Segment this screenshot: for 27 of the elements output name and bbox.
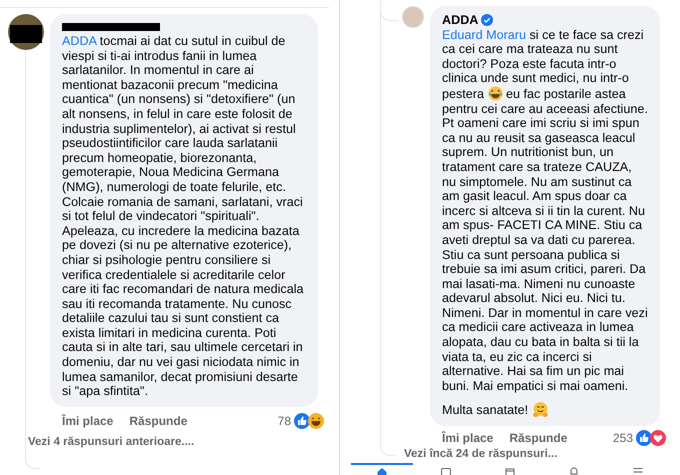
- mention-link[interactable]: ADDA: [62, 34, 96, 48]
- more-replies-link[interactable]: Vezi încă 24 de răspunsuri...: [404, 447, 680, 462]
- bell-icon: [568, 466, 580, 475]
- laughing-reaction-icon: [308, 412, 324, 429]
- comment-text: Eduard Moraru si ce te face sa crezi ca cei care ma trateaza nu sunt doctori? Poza este facuta intr-o clinica unde sunt medici, nu intr-o pestera eu fac postarile astea pentru cei care au aceeasi afectiune. Pt oameni care imi scriu si imi spun ca nu au reusit sa gaseasca leacul suprem. Un nutritionist bun, un tratament care sa trateze CAUZA, nu simptomele. Nu am sustinut ca am gasit leacul. Am spus doar ca incerc si altceva si ii tin la curent. Nu am spus- FACETI CA MINE. Stiu ca aveti dreptul sa va dati cu parerea. Stiu ca sunt persoana publica si trebuie sa imi asum critici, pareri. Da mai lasati-ma. Nimeni nu cunoaste adevarul absolut. Nici eu. Nici tu. Nimeni. Dar in momentul in care vezi ca medicii care activeaza in lumea alopata, dau cu bata in balta si tii la viata ta, eu zic ca incerci si alternative. Hai sa fim un pic mai buni. Mai empatici si mai oameni.: [442, 28, 648, 394]
- comment-text: ADDA tocmai ai dat cu sutul in cuibul de viespi si ti-ai introdus fanii in lumea sarlatanilor. In momentul in care ai mentionat bazaconii precum "medicina cuantica" (un nonsens) si "detoxifiere" (un alt nonsens, in felul in care este folosit de industria suplimentelor), ai activat si restul pseudostiintificilor care lauda sarlatanii precum homeopatie, biorezonanta, gemoterapie, Noua Medicina Germana (NMG), numerologi de toate felurile, etc. Colcaie romania de samani, sarlatani, vraci si tot felul de vindecatori "spirituali". Apeleaza, cu incredere la medicina bazata pe dovezi (si nu pe alternative ezoterice), chiar si psihologie pentru consiliere si verifica credentialele si acreditarile celor care iti fac recomandari de natura medicala sau iti recomanda tratamente. Nu cunosc detaliile cazului tau si sunt constient ca exista limitari in medicina curenta. Poti cauta si in alte tari, sau ultimele cercetari in domeniu, dar nu vei gasi niciodata nimic in lumea samanilor, decat promisiuni desarte si "apa sfintita".: [62, 34, 305, 399]
- hugging-face-icon: [532, 401, 549, 418]
- reaction-count: 253: [612, 431, 633, 446]
- home-icon: [376, 466, 388, 475]
- like-reaction-icon: [636, 430, 652, 446]
- mention-link[interactable]: Eduard Moraru: [442, 28, 526, 42]
- reply-link[interactable]: Răspunde: [509, 431, 568, 446]
- heart-reaction-icon: [650, 430, 666, 446]
- reply-link[interactable]: Răspunde: [129, 414, 188, 428]
- like-reaction-icon: [294, 412, 310, 429]
- reaction-count: 78: [278, 414, 291, 428]
- home-tab[interactable]: [351, 463, 413, 475]
- video-icon: [440, 466, 452, 475]
- menu-icon: [632, 466, 644, 475]
- store-icon: [504, 466, 516, 475]
- like-link[interactable]: Îmi place: [442, 431, 494, 446]
- more-replies-link[interactable]: Vezi 4 răspunsuri anterioare....: [28, 434, 339, 450]
- like-link[interactable]: Îmi place: [62, 414, 114, 428]
- author-name[interactable]: ADDA: [442, 13, 478, 28]
- laughing-face-icon: [488, 86, 503, 101]
- redacted-avatar[interactable]: [8, 14, 44, 50]
- comment-text: Multa sanatate!: [442, 401, 648, 418]
